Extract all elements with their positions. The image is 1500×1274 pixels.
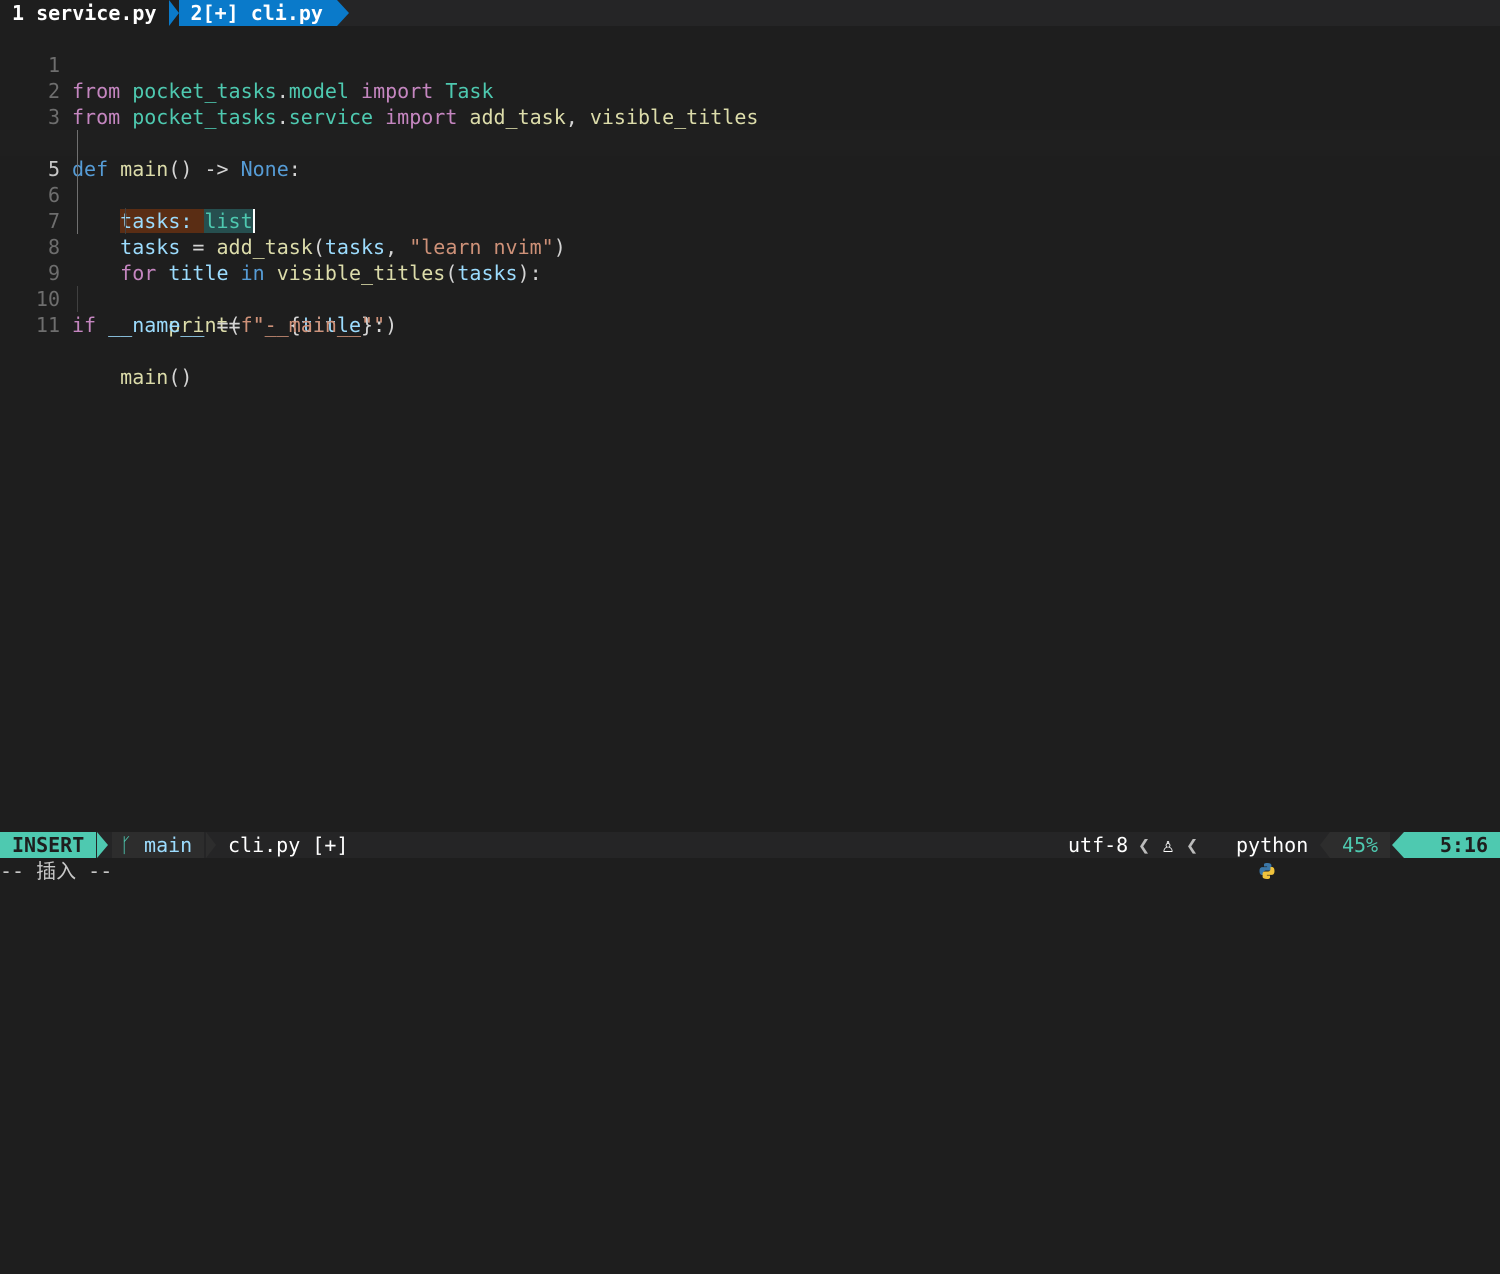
indent-guide (77, 156, 78, 182)
line-number: 11 (35, 313, 60, 337)
tab-service-py[interactable]: 1 service.py (0, 0, 169, 26)
code-line: 8 print(f"- {title}") (0, 208, 1500, 337)
code-line: 7 for title in visible_titles(tasks): (0, 182, 1500, 285)
linux-icon: ♙ (1162, 833, 1175, 857)
code-line-current: 5 tasks: list (0, 130, 1500, 233)
tab-cli-py[interactable]: 2[+] cli.py (168, 0, 350, 26)
branch-separator (206, 832, 216, 858)
code-line: 6 tasks = add_task(tasks, "learn nvim") (0, 156, 1500, 259)
scroll-percent: 45% (1330, 832, 1390, 858)
cursor-position: 5:16 (1404, 832, 1500, 858)
editor-buffer[interactable]: 1 from pocket_tasks.model import Task 2 … (0, 26, 1500, 830)
statusline: INSERT ᚴ main cli.py [+] utf-8 ❮ ♙ ❮ pyt… (0, 832, 1500, 879)
indent-guide (125, 208, 126, 234)
code-line: 9 (0, 234, 1500, 285)
code-line: 2 from pocket_tasks.service import add_t… (0, 52, 1500, 129)
code-line: 11 main() (0, 286, 1500, 389)
percent-separator (1320, 832, 1330, 858)
tabline: 1 service.py 2[+] cli.py (0, 0, 1500, 26)
code-line: 4 def main() -> None: (0, 104, 1500, 181)
code-line: 10 if __name__ == "__main__": (0, 260, 1500, 337)
indent-guide (77, 286, 78, 312)
code-text: if __name__ == "__main__": (72, 313, 386, 337)
git-branch-icon: ᚴ (120, 833, 132, 857)
indent-guide (77, 182, 78, 208)
file-language: python (1236, 833, 1309, 857)
separator-chevron-icon: ❮ (1186, 833, 1199, 857)
git-branch: ᚴ main (112, 832, 205, 858)
code-line: 3 (0, 78, 1500, 129)
command-line[interactable]: -- 插入 -- (0, 858, 1500, 885)
mode-separator (97, 832, 108, 858)
mode-indicator: INSERT (0, 832, 97, 858)
indent-guide (77, 130, 78, 156)
file-encoding: utf-8 (1068, 833, 1129, 857)
indent-guide (77, 208, 78, 234)
file-name: cli.py [+] (228, 833, 349, 857)
position-separator (1392, 832, 1404, 858)
code-text: main() (120, 365, 193, 389)
separator-chevron-icon: ❮ (1138, 833, 1151, 857)
code-line: 1 from pocket_tasks.model import Task (0, 26, 1500, 103)
branch-name: main (144, 833, 193, 857)
